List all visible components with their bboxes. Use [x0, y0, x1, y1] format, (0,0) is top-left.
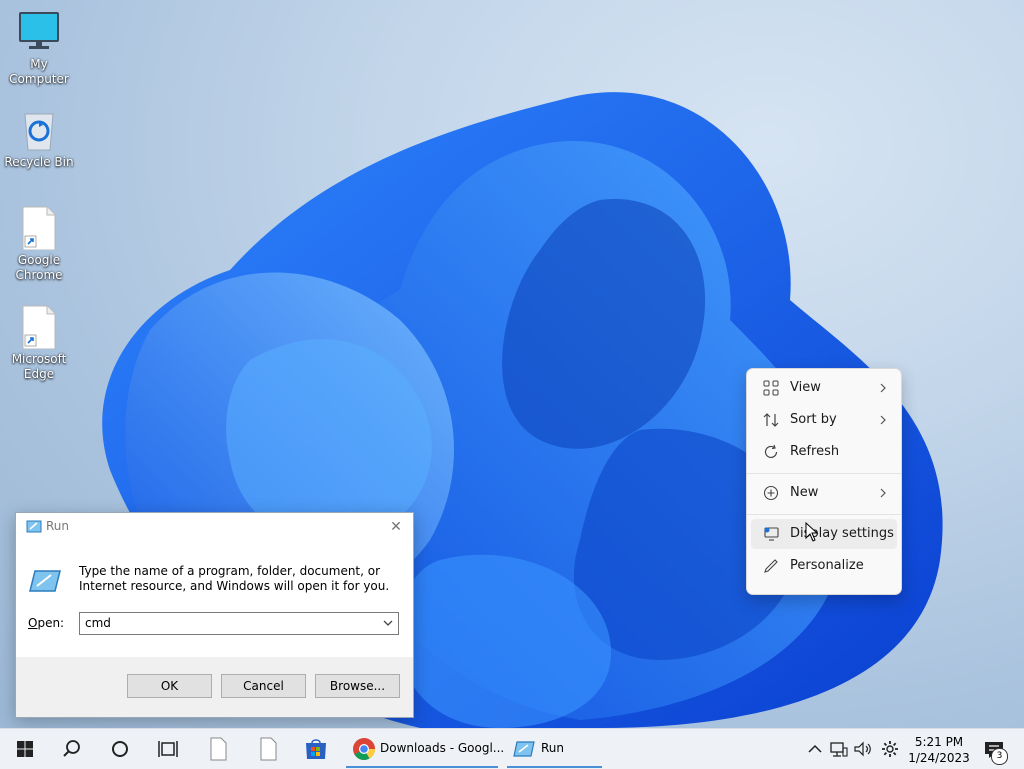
desktop-icon-google-chrome[interactable]: Google Chrome: [0, 206, 78, 283]
run-description: Type the name of a program, folder, docu…: [79, 564, 390, 593]
desktop-icon-microsoft-edge[interactable]: Microsoft Edge: [0, 305, 78, 382]
file-icon[interactable]: [205, 736, 231, 762]
taskbar-app-chrome[interactable]: Downloads - Googl...: [346, 729, 504, 769]
desktop-icon-label: Google Chrome: [15, 253, 63, 282]
menu-item-view[interactable]: View: [751, 373, 897, 403]
run-icon: [513, 741, 535, 757]
plus-circle-icon: [763, 485, 779, 501]
ok-button[interactable]: OK: [127, 674, 212, 698]
menu-item-sort-by[interactable]: Sort by: [751, 405, 897, 435]
menu-item-label: Personalize: [790, 558, 864, 573]
menu-item-new[interactable]: New: [751, 478, 897, 508]
store-icon[interactable]: [303, 736, 329, 762]
chrome-icon: [353, 738, 375, 760]
menu-item-label: New: [790, 485, 819, 500]
taskbar: Downloads - Googl... Run 5:21 PM 1/24/20…: [0, 728, 1024, 769]
run-footer: OK Cancel Browse...: [16, 657, 413, 717]
file-icon[interactable]: [255, 736, 281, 762]
gear-icon[interactable]: [880, 739, 900, 759]
windows-start-icon[interactable]: [12, 736, 38, 762]
menu-item-display-settings[interactable]: Display settings: [751, 519, 897, 549]
chevron-up-icon[interactable]: [805, 739, 825, 759]
menu-item-label: Refresh: [790, 444, 840, 459]
task-view-icon[interactable]: [155, 736, 181, 762]
desktop-icon-my-computer[interactable]: My Computer: [0, 10, 78, 87]
notification-badge: 3: [991, 748, 1008, 765]
desktop-icon-label: Recycle Bin: [4, 155, 74, 169]
clock-time: 5:21 PM: [914, 735, 964, 749]
taskbar-clock[interactable]: 5:21 PM 1/24/2023: [906, 734, 972, 766]
run-titlebar[interactable]: Run ✕: [16, 513, 413, 541]
open-combobox[interactable]: [79, 612, 399, 635]
menu-item-personalize[interactable]: Personalize: [751, 551, 897, 581]
run-icon: [26, 520, 42, 533]
desktop-context-menu: View Sort by Refresh New Display setting…: [746, 368, 902, 595]
close-icon: ✕: [390, 519, 402, 535]
chevron-right-icon: [880, 383, 886, 393]
run-title: Run: [46, 519, 70, 533]
cancel-button[interactable]: Cancel: [221, 674, 306, 698]
mouse-cursor-icon: [805, 522, 819, 542]
recycle-bin-icon: [17, 108, 61, 152]
cortana-icon[interactable]: [107, 736, 133, 762]
run-body: Type the name of a program, folder, docu…: [16, 541, 413, 657]
taskbar-app-label: Downloads - Googl...: [380, 741, 505, 755]
display-settings-icon: [764, 527, 779, 541]
shortcut-file-icon: [17, 305, 61, 350]
desktop-icon-label: Microsoft Edge: [11, 352, 67, 381]
desktop-icon-recycle-bin[interactable]: Recycle Bin: [0, 108, 78, 170]
menu-separator: [747, 473, 901, 474]
monitor-icon: [17, 10, 61, 54]
sort-icon: [763, 413, 779, 427]
menu-separator: [747, 514, 901, 515]
open-input[interactable]: [85, 615, 365, 631]
menu-item-label: View: [790, 380, 821, 395]
chevron-right-icon: [880, 488, 886, 498]
taskbar-app-label: Run: [541, 741, 565, 755]
shortcut-file-icon: [17, 206, 61, 251]
run-icon: [29, 570, 61, 592]
taskbar-app-run[interactable]: Run: [507, 729, 602, 769]
run-dialog: Run ✕ Type the name of a program, folder…: [15, 512, 414, 718]
menu-item-label: Sort by: [790, 412, 837, 427]
pen-icon: [764, 559, 778, 573]
menu-item-refresh[interactable]: Refresh: [751, 437, 897, 467]
clock-date: 1/24/2023: [908, 751, 970, 765]
refresh-icon: [764, 444, 778, 458]
desktop-icon-label: My Computer: [9, 57, 69, 86]
search-icon[interactable]: [59, 736, 85, 762]
grid-icon: [763, 380, 779, 396]
close-button[interactable]: ✕: [385, 517, 407, 537]
volume-icon[interactable]: [853, 739, 873, 759]
network-icon[interactable]: [829, 739, 849, 759]
open-label: Open:: [28, 616, 65, 630]
browse-button[interactable]: Browse...: [315, 674, 400, 698]
chevron-down-icon[interactable]: [382, 616, 394, 630]
chevron-right-icon: [880, 415, 886, 425]
